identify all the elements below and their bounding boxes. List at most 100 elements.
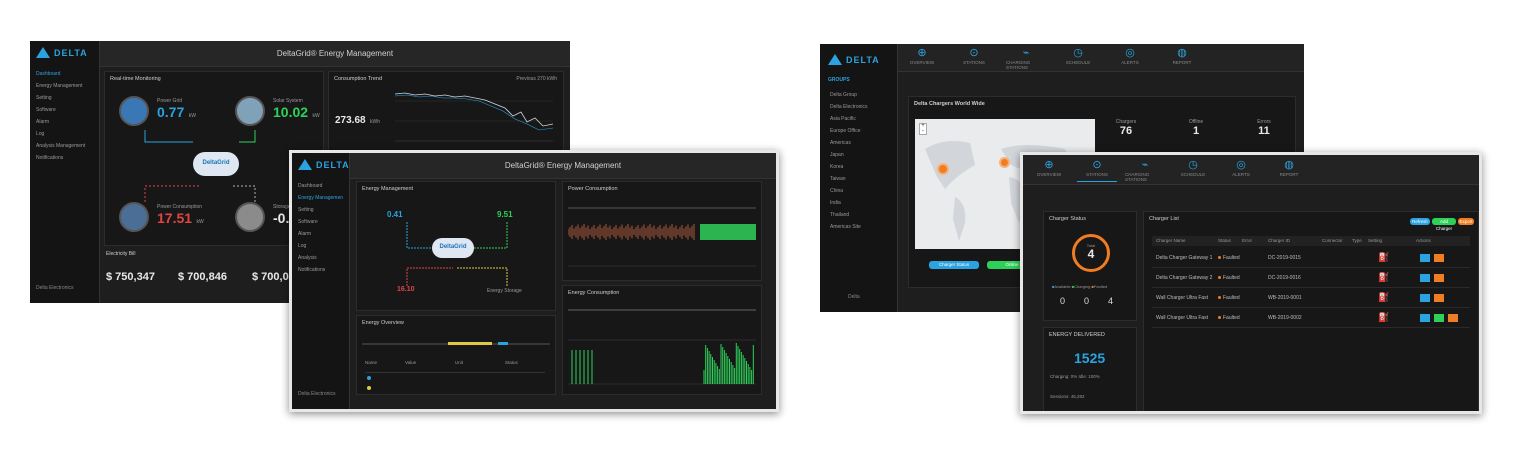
nav-item[interactable]: Americas [830, 137, 887, 149]
overview-timeline [362, 342, 550, 345]
charger-id: DC-2019-0016 [1268, 275, 1301, 281]
nav-item-log[interactable]: Log [298, 240, 343, 252]
nav-item[interactable]: Europe Office [830, 125, 887, 137]
delete-icon[interactable] [1434, 254, 1444, 262]
nav-item-log[interactable]: Log [36, 128, 93, 140]
table-row[interactable]: Wall Charger Ultra Fast Faulted WB-2019-… [1152, 288, 1470, 308]
nav-item-dashboard[interactable]: Dashboard [298, 180, 343, 192]
donut-value: 4 [1087, 247, 1095, 261]
start-icon[interactable] [1434, 314, 1444, 322]
delta-logo-icon [298, 159, 312, 170]
trend-line-chart [395, 92, 554, 142]
zoom-control-icon[interactable]: + - [919, 123, 927, 135]
status-text: Faulted [1223, 255, 1240, 261]
nav-item-notifications[interactable]: Notifications [298, 264, 343, 276]
nav-item[interactable]: Delta Group [830, 89, 887, 101]
tab-schedule[interactable]: ◷ SCHEDULE [1173, 158, 1213, 182]
nav-item-energy[interactable]: Energy Management [36, 80, 93, 92]
charger-id: WB-2019-0002 [1268, 315, 1302, 321]
nav-item-dashboard[interactable]: Dashboard [36, 68, 93, 80]
overview-icon: ⊕ [1044, 159, 1054, 171]
cluster-marker-icon[interactable] [937, 163, 949, 175]
nav-item-software[interactable]: Software [298, 216, 343, 228]
panel-title: Charger List [1149, 216, 1179, 222]
clock-icon: ◷ [1188, 159, 1198, 171]
charger-id: WB-2019-0001 [1268, 295, 1302, 301]
col-status: Status [505, 360, 518, 365]
nav-item[interactable]: Delta Electronics [830, 101, 887, 113]
nav-item[interactable]: Thailand [830, 209, 887, 221]
table-body: Delta Charger Gateway 1 Faulted DC-2019-… [1152, 248, 1470, 348]
plug-icon: ⌁ [1141, 159, 1149, 171]
cluster-marker-icon[interactable] [999, 157, 1010, 168]
nav-item[interactable]: Japan [830, 149, 887, 161]
nav-item[interactable]: Taiwan [830, 173, 887, 185]
stat-offline: Offline 1 [1171, 119, 1221, 137]
tab-charging-stations[interactable]: ⌁ CHARGING STATIONS [1006, 46, 1046, 70]
tab-stations[interactable]: ⊙ STATIONS [1077, 158, 1117, 182]
edit-icon[interactable] [1420, 314, 1430, 322]
col-header: Charger Name [1156, 238, 1186, 243]
nav-item[interactable]: China [830, 185, 887, 197]
tab-label: CHARGING STATIONS [1125, 172, 1150, 182]
screenshot-energy-management: DELTA Dashboard Energy Management Settin… [289, 150, 779, 412]
table-row[interactable]: Delta Charger Gateway 2 Faulted DC-2019-… [1152, 268, 1470, 288]
nav-item-analysis[interactable]: Analysis [298, 252, 343, 264]
nav-item[interactable]: Korea [830, 161, 887, 173]
nav-item-energy[interactable]: Energy Management [298, 192, 343, 204]
nav-group-title: GROUPS [828, 77, 850, 83]
table-row[interactable]: Delta Charger Gateway 1 Faulted DC-2019-… [1152, 248, 1470, 268]
nav-item-alarm[interactable]: Alarm [36, 116, 93, 128]
tab-report[interactable]: ◍ REPORT [1269, 158, 1309, 182]
tab-overview[interactable]: ⊕ OVERVIEW [902, 46, 942, 70]
nav-item[interactable]: Asia Pacific [830, 113, 887, 125]
tab-report[interactable]: ◍ REPORT [1162, 46, 1202, 70]
stat-errors: Errors 11 [1239, 119, 1289, 137]
energy-sub-1: Charging: 0% Idle: 100% [1050, 374, 1100, 379]
status-donut: Total 4 [1072, 234, 1110, 272]
nav-item-setting[interactable]: Setting [298, 204, 343, 216]
table-row [365, 372, 545, 373]
tab-label: OVERVIEW [1036, 172, 1062, 177]
panel-title: Consumption Trend [334, 76, 382, 82]
screenshot-charger-list: ⊕ OVERVIEW ⊙ STATIONS ⌁ CHARGING STATIONS ◷… [1020, 152, 1482, 414]
charger-id: DC-2019-0015 [1268, 255, 1301, 261]
sidebar: DELTA Dashboard Energy Management Settin… [30, 41, 100, 303]
stage: DELTA Dashboard Energy Management Settin… [0, 0, 1536, 449]
nav-item[interactable]: India [830, 197, 887, 209]
tab-label: REPORT [1279, 172, 1299, 177]
edit-icon[interactable] [1420, 254, 1430, 262]
table-row[interactable]: Wall Charger Ultra Fast Faulted WB-2019-… [1152, 308, 1470, 328]
tab-overview[interactable]: ⊕ OVERVIEW [1029, 158, 1069, 182]
status-text: Faulted [1223, 295, 1240, 301]
tab-label: OVERVIEW [909, 60, 935, 65]
edit-icon[interactable] [1420, 294, 1430, 302]
delete-icon[interactable] [1434, 274, 1444, 282]
tab-charging-stations[interactable]: ⌁ CHARGING STATIONS [1125, 158, 1165, 182]
logo-text: DELTA [846, 54, 880, 65]
nav-item-setting[interactable]: Setting [36, 92, 93, 104]
sidebar-footer: Delta [848, 294, 860, 300]
bill-value-2: $ 700,846 [178, 271, 227, 283]
tab-schedule[interactable]: ◷ SCHEDULE [1058, 46, 1098, 70]
nav-item-software[interactable]: Software [36, 104, 93, 116]
nav-item-analysis[interactable]: Analysis Management [36, 140, 93, 152]
map-status-button[interactable]: Charger Status [929, 261, 979, 269]
sidebar: DELTA Dashboard Energy Management Settin… [292, 153, 350, 409]
tab-stations[interactable]: ⊙ STATIONS [954, 46, 994, 70]
storage-icon [235, 202, 265, 232]
edit-icon[interactable] [1420, 274, 1430, 282]
nav-item[interactable]: Americas Site [830, 221, 887, 233]
add-charger-button[interactable]: Add Charger [1432, 218, 1456, 231]
nav-item-alarm[interactable]: Alarm [298, 228, 343, 240]
tab-alerts[interactable]: ◎ ALERTS [1110, 46, 1150, 70]
bell-icon: ◎ [1236, 159, 1246, 171]
tab-alerts[interactable]: ◎ ALERTS [1221, 158, 1261, 182]
delete-icon[interactable] [1434, 294, 1444, 302]
delete-icon[interactable] [1448, 314, 1458, 322]
nav-item-notifications[interactable]: Notifications [36, 152, 93, 164]
refresh-button[interactable]: Refresh [1410, 218, 1430, 225]
export-button[interactable]: Export [1458, 218, 1474, 225]
top-tabs: ⊕ OVERVIEW ⊙ STATIONS ⌁ CHARGING STATIONS ◷… [1029, 158, 1309, 182]
tab-label: ALERTS [1121, 60, 1139, 65]
